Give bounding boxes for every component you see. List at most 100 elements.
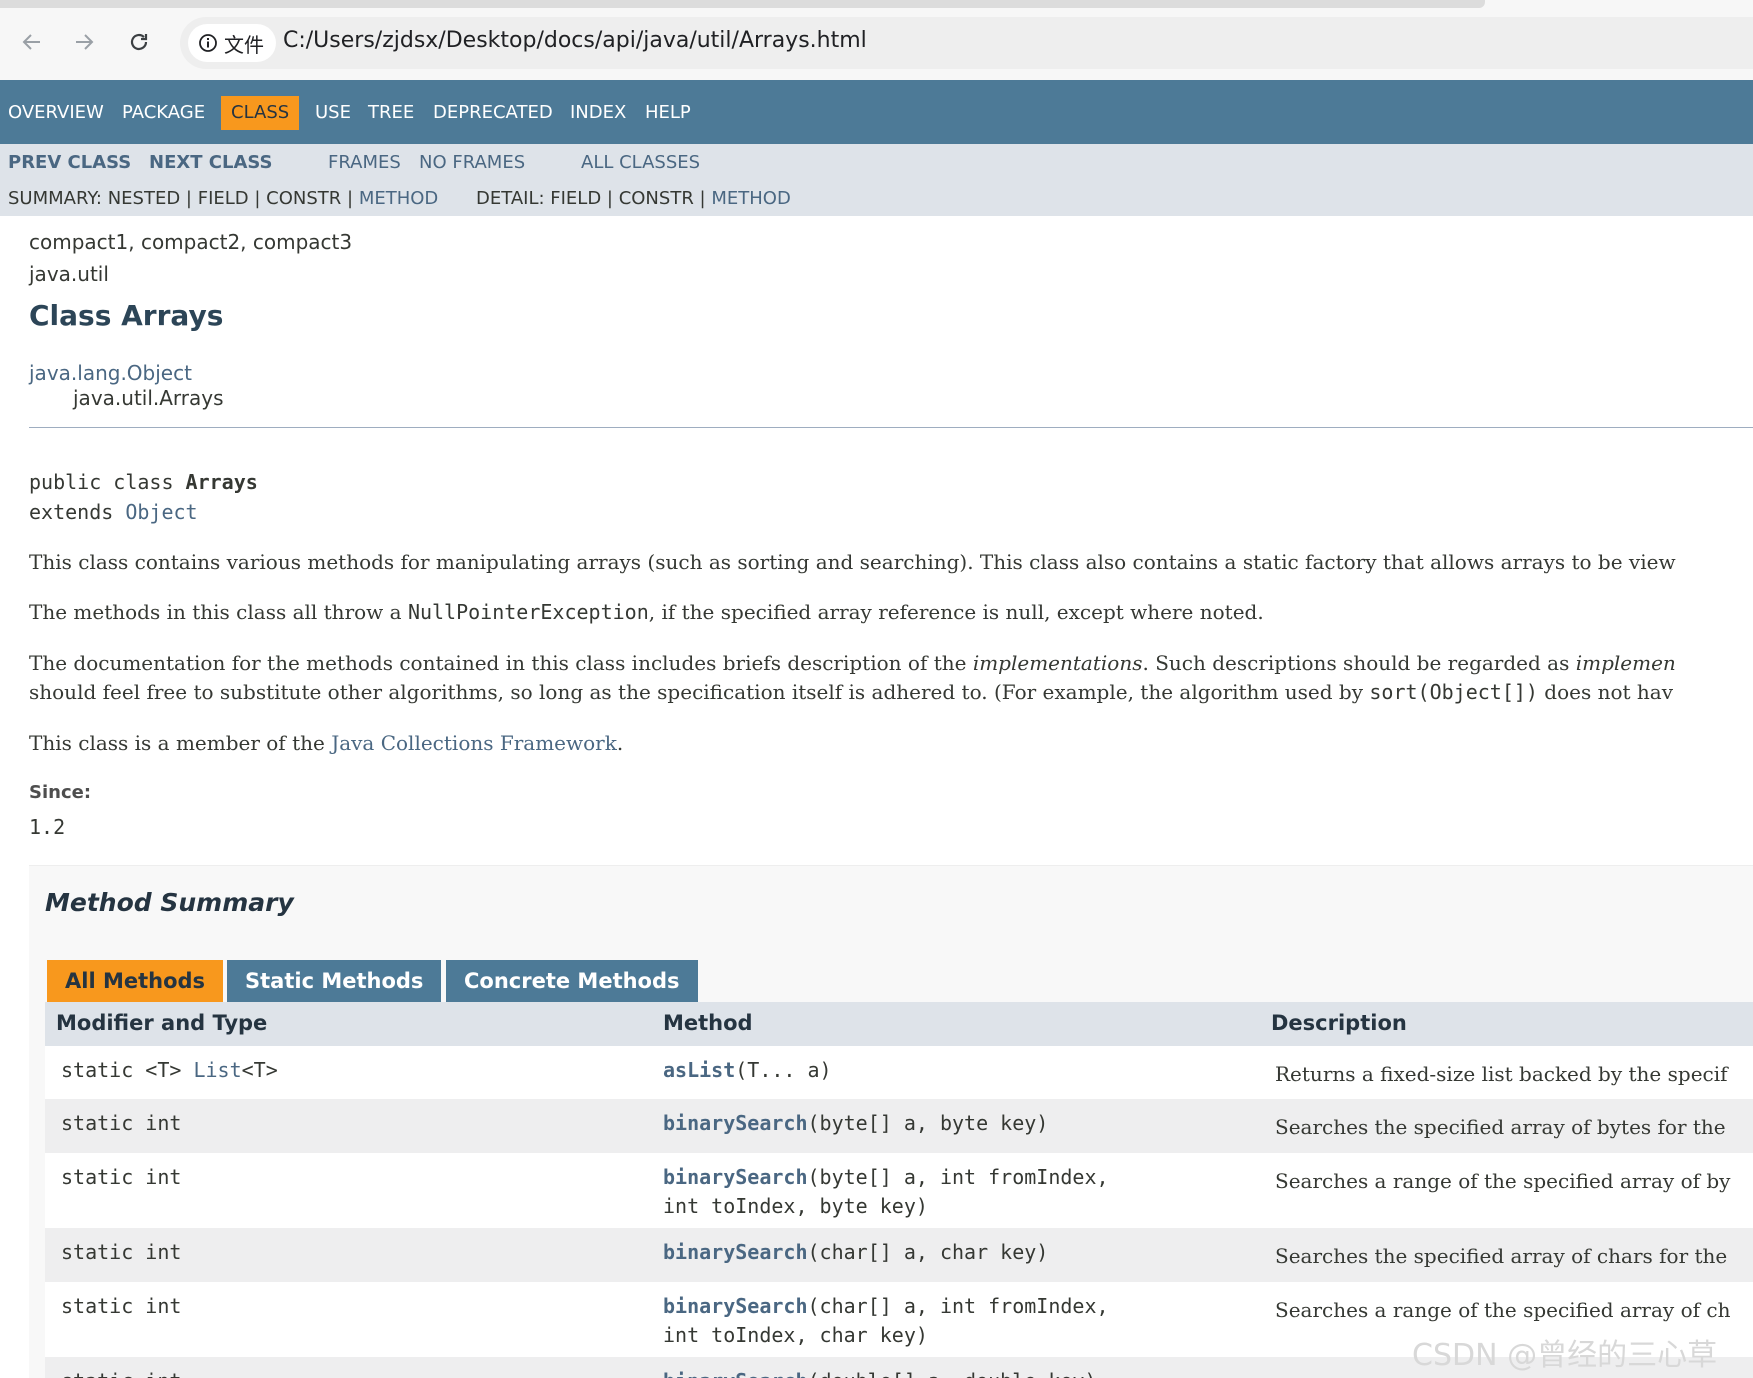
detail-method-link[interactable]: METHOD — [711, 188, 790, 209]
no-frames-link[interactable]: NO FRAMES — [419, 152, 525, 173]
column-header-modifier: Modifier and Type — [56, 1011, 268, 1035]
tab-static-methods[interactable]: Static Methods — [227, 960, 442, 1002]
package-label: java.util — [29, 262, 109, 286]
description-p1: This class contains various methods for … — [29, 550, 1676, 574]
detail-nav: DETAIL: FIELD | CONSTR | METHOD — [476, 188, 791, 209]
modifier-text: static <T> — [61, 1058, 194, 1082]
p3-line2-text-a: should feel free to substitute other alg… — [29, 680, 1370, 704]
summary-nav: SUMMARY: NESTED | FIELD | CONSTR | METHO… — [8, 188, 438, 209]
p4-text-b: . — [616, 731, 624, 755]
method-summary-title: Method Summary — [45, 888, 294, 917]
forward-button[interactable] — [66, 24, 102, 60]
summary-method-link[interactable]: METHOD — [359, 188, 438, 209]
p3-em1: implementations — [972, 651, 1143, 675]
column-header-description: Description — [1271, 1011, 1407, 1035]
arrow-left-icon — [22, 34, 40, 50]
table-row: static int binarySearch(byte[] a, byte k… — [45, 1099, 1753, 1153]
nav-index[interactable]: INDEX — [570, 96, 626, 130]
table-row: static int binarySearch(byte[] a, int fr… — [45, 1153, 1753, 1228]
method-link[interactable]: asList — [663, 1058, 735, 1082]
page-title: Class Arrays — [29, 299, 224, 332]
url-text[interactable]: C:/Users/zjdsx/Desktop/docs/api/java/uti… — [283, 28, 867, 53]
nav-tree[interactable]: TREE — [368, 96, 414, 130]
back-button[interactable] — [14, 24, 50, 60]
method-link[interactable]: binarySearch — [663, 1240, 808, 1264]
tab-strip — [0, 0, 1485, 8]
class-signature-line1: public class Arrays — [29, 470, 258, 494]
nav-class[interactable]: CLASS — [221, 96, 300, 130]
table-row: static int binarySearch(char[] a, char k… — [45, 1228, 1753, 1282]
method-link[interactable]: binarySearch — [663, 1165, 808, 1189]
method-params: (char[] a, char key) — [807, 1240, 1049, 1264]
inherit-child: java.util.Arrays — [73, 386, 224, 410]
method-cell: binarySearch(char[] a, int fromIndex, — [663, 1292, 1109, 1321]
description-cell: Searches a range of the specified array … — [1275, 1298, 1731, 1322]
method-params: (char[] a, int fromIndex, — [807, 1294, 1109, 1318]
browser-toolbar: 文件 C:/Users/zjdsx/Desktop/docs/api/java/… — [0, 0, 1753, 80]
modifier-cell: static int — [61, 1240, 182, 1264]
p3-text-a: The documentation for the methods contai… — [29, 651, 973, 675]
method-params: (byte[] a, byte key) — [807, 1111, 1049, 1135]
watermark: CSDN @曾经的三心草 — [1412, 1338, 1718, 1373]
method-link[interactable]: binarySearch — [663, 1111, 808, 1135]
p3-code: sort(Object[]) — [1369, 680, 1538, 704]
method-summary-section: Method Summary All Methods Static Method… — [29, 865, 1753, 1378]
description-cell: Returns a fixed-size list backed by the … — [1275, 1062, 1728, 1086]
p2-text-a: The methods in this class all throw a — [29, 600, 408, 624]
file-label: 文件 — [224, 32, 264, 57]
method-cell: binarySearch(byte[] a, byte key) — [663, 1109, 1048, 1138]
description-p3-line2: should feel free to substitute other alg… — [29, 680, 1673, 704]
modifier-cell: static int — [61, 1294, 182, 1318]
profiles-text: compact1, compact2, compact3 — [29, 230, 353, 254]
table-row: static <T> List<T> asList(T... a) Return… — [45, 1046, 1753, 1099]
method-link[interactable]: binarySearch — [663, 1294, 808, 1318]
nav-package[interactable]: PACKAGE — [122, 96, 205, 130]
description-cell: Searches a range of the specified array … — [1275, 1169, 1731, 1193]
since-value: 1.2 — [29, 815, 66, 839]
collections-framework-link[interactable]: Java Collections Framework — [331, 731, 617, 755]
modifier-generic: <T> — [241, 1058, 278, 1082]
signature-class-name: Arrays — [185, 470, 258, 494]
description-p4: This class is a member of the Java Colle… — [29, 731, 623, 755]
next-class-link[interactable]: NEXT CLASS — [149, 152, 273, 173]
nav-overview[interactable]: OVERVIEW — [8, 96, 104, 130]
summary-prefix: SUMMARY: NESTED | FIELD | CONSTR | — [8, 188, 354, 209]
method-params-continued: int toIndex, byte key) — [663, 1194, 928, 1218]
nav-deprecated[interactable]: DEPRECATED — [433, 96, 553, 130]
method-cell: binarySearch(char[] a, char key) — [663, 1238, 1048, 1267]
divider — [29, 427, 1753, 428]
class-signature-line2: extends Object — [29, 500, 198, 524]
nav-use[interactable]: USE — [315, 96, 351, 130]
p3-line2-text-b: does not hav — [1537, 680, 1674, 704]
tab-concrete-methods[interactable]: Concrete Methods — [446, 960, 698, 1002]
modifier-cell: static int — [61, 1367, 181, 1378]
modifier-cell: static int — [61, 1165, 182, 1189]
site-info-chip[interactable]: 文件 — [188, 24, 276, 62]
nav-help[interactable]: HELP — [645, 96, 691, 130]
reload-icon — [130, 33, 148, 51]
inherit-parent-link[interactable]: java.lang.Object — [29, 361, 192, 385]
list-type-link[interactable]: List — [193, 1058, 241, 1082]
frames-link[interactable]: FRAMES — [328, 152, 401, 173]
prev-class-link[interactable]: PREV CLASS — [8, 152, 131, 173]
all-classes-link[interactable]: ALL CLASSES — [581, 152, 700, 173]
column-header-method: Method — [663, 1011, 753, 1035]
description-p2: The methods in this class all throw a Nu… — [29, 600, 1264, 624]
top-navbar: OVERVIEW PACKAGE CLASS USE TREE DEPRECAT… — [0, 80, 1753, 144]
p2-text-b: , if the specified array reference is nu… — [648, 600, 1264, 624]
p3-text-b: . Such descriptions should be regarded a… — [1142, 651, 1576, 675]
method-params: (byte[] a, int fromIndex, — [807, 1165, 1109, 1189]
info-icon — [199, 34, 217, 52]
reload-button[interactable] — [121, 24, 157, 60]
address-bar[interactable]: 文件 C:/Users/zjdsx/Desktop/docs/api/java/… — [180, 17, 1753, 69]
method-cell: binarySearch(double[] a, double key) — [663, 1367, 1096, 1378]
method-cell: asList(T... a) — [663, 1056, 832, 1085]
tab-all-methods[interactable]: All Methods — [47, 960, 224, 1002]
object-link[interactable]: Object — [125, 500, 197, 524]
method-summary-table: Modifier and Type Method Description sta… — [45, 1002, 1753, 1378]
p2-code: NullPointerException — [407, 600, 649, 624]
modifier-cell: static <T> List<T> — [61, 1056, 278, 1085]
method-params: (T... a) — [735, 1058, 832, 1082]
description-cell: Searches the specified array of chars fo… — [1275, 1244, 1728, 1268]
p3-em2: implemen — [1575, 651, 1676, 675]
